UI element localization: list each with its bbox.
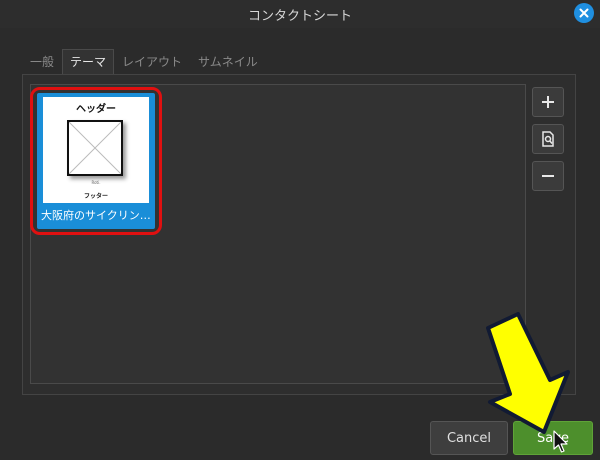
preview-theme-button[interactable]	[532, 124, 564, 154]
preview-footer: フッター	[83, 193, 108, 200]
image-placeholder-icon	[67, 120, 123, 176]
plus-icon	[542, 96, 554, 108]
window-title: コンタクトシート	[247, 8, 352, 24]
tab-theme[interactable]: テーマ	[62, 49, 115, 74]
theme-preview: ヘッダー Roti. フッター	[43, 97, 149, 203]
preview-header: ヘッダー	[76, 104, 116, 115]
remove-theme-button[interactable]	[532, 161, 564, 191]
minus-icon	[542, 175, 554, 177]
tab-thumbnail[interactable]: サムネイル	[190, 49, 266, 74]
close-button[interactable]	[574, 3, 594, 23]
close-icon	[579, 8, 589, 18]
document-search-icon	[542, 131, 554, 147]
preview-caption: Roti.	[91, 180, 101, 185]
add-theme-button[interactable]	[532, 87, 564, 117]
title-bar: コンタクトシート	[0, 0, 600, 28]
mouse-cursor-icon	[553, 430, 568, 453]
theme-name: 大阪府のサイクリン…	[41, 209, 151, 222]
tab-general[interactable]: 一般	[22, 49, 62, 74]
theme-item[interactable]: ヘッダー Roti. フッター 大阪府のサイクリン…	[37, 93, 155, 229]
tab-bar: 一般 テーマ レイアウト サムネイル	[22, 49, 266, 74]
arrow-annotation-icon	[486, 312, 570, 434]
tab-layout[interactable]: レイアウト	[114, 49, 190, 74]
